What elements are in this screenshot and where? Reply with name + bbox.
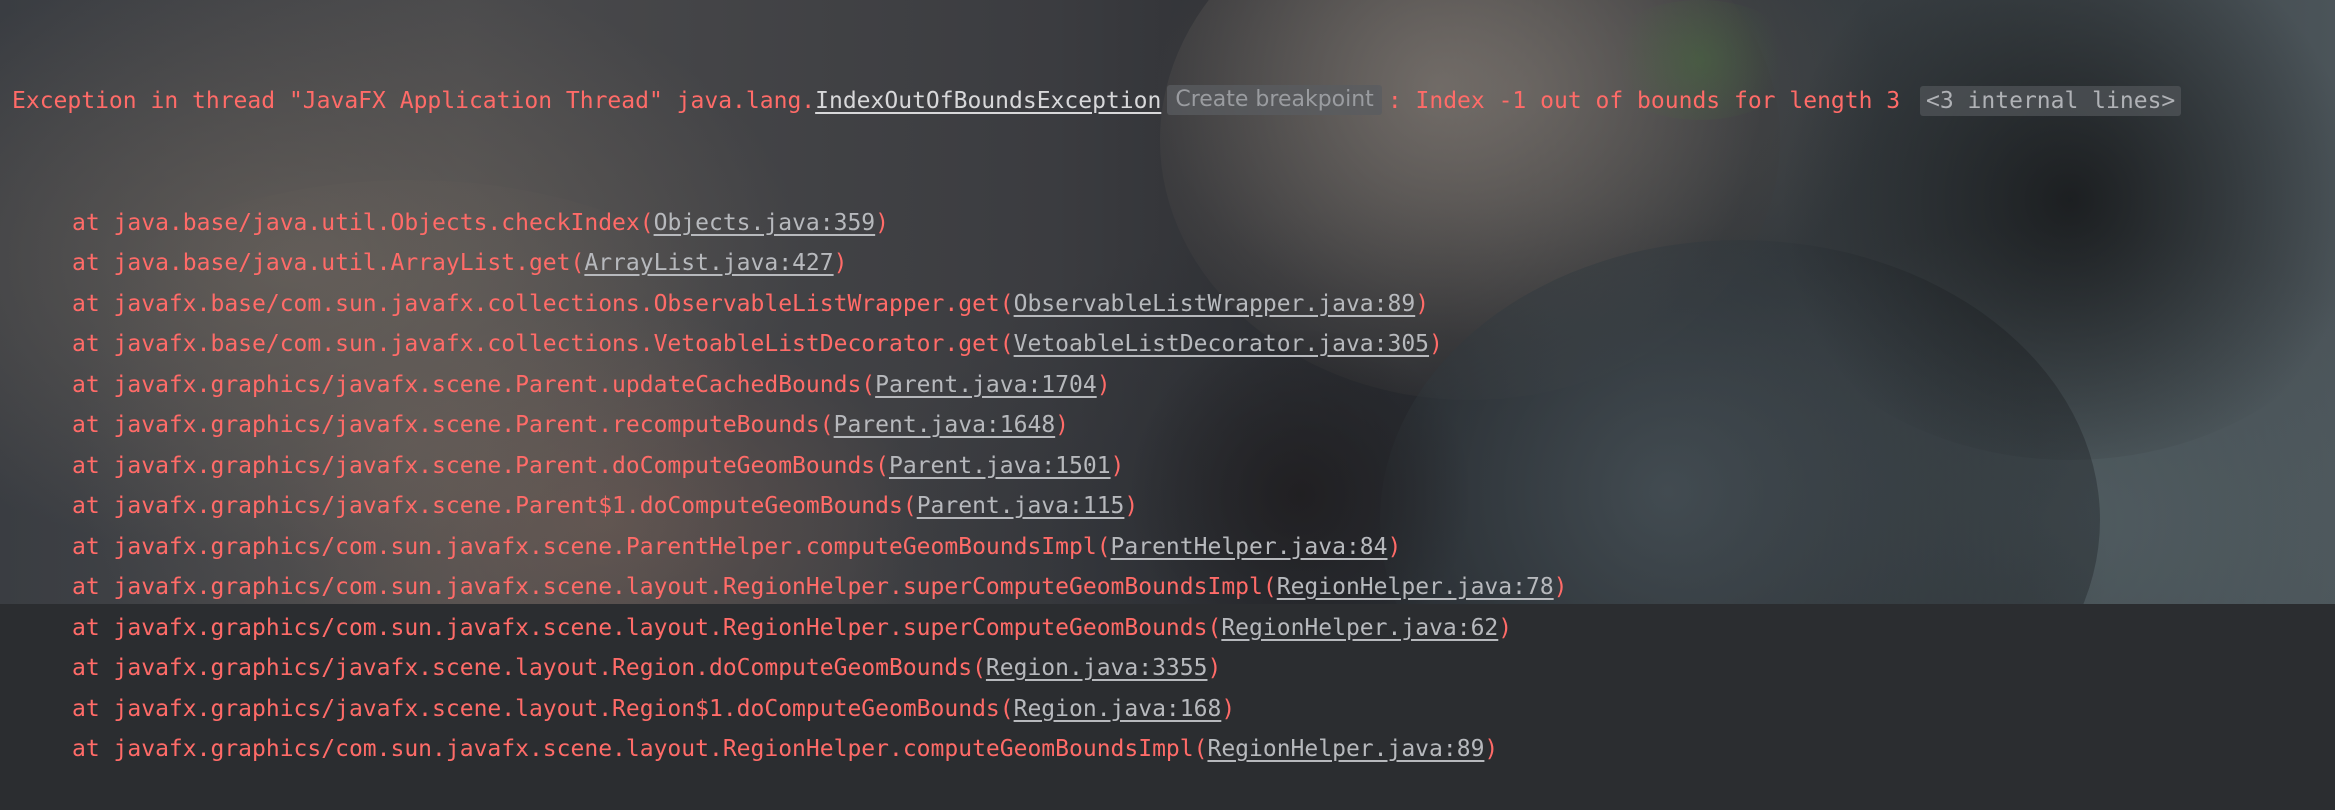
- stack-frame-method: at java.base/java.util.ArrayList.get(: [72, 250, 585, 276]
- exception-header-line: Exception in thread "JavaFX Application …: [0, 81, 2335, 122]
- source-file-link[interactable]: ObservableListWrapper.java:89: [1014, 291, 1416, 317]
- exception-prefix: Exception in thread "JavaFX Application …: [12, 88, 816, 114]
- exception-class-link[interactable]: IndexOutOfBoundsException: [815, 88, 1161, 114]
- closing-paren: ): [1221, 695, 1236, 722]
- stack-frame-line: at javafx.graphics/com.sun.javafx.scene.…: [0, 608, 2335, 649]
- stack-frame-line: at javafx.graphics/com.sun.javafx.scene.…: [0, 567, 2335, 608]
- source-file-link[interactable]: RegionHelper.java:78: [1277, 574, 1554, 600]
- stack-frame-method: at javafx.graphics/javafx.scene.layout.R…: [72, 695, 1014, 722]
- source-file-link[interactable]: ArrayList.java:427: [584, 250, 833, 276]
- closing-paren: ): [1096, 371, 1111, 398]
- stack-frame-method: at javafx.graphics/javafx.scene.Parent.u…: [72, 371, 876, 398]
- stack-frame-method: at javafx.graphics/javafx.scene.Parent.d…: [72, 452, 889, 479]
- run-console-output[interactable]: Exception in thread "JavaFX Application …: [0, 0, 2335, 762]
- source-file-link[interactable]: Parent.java:1501: [889, 453, 1111, 479]
- stack-frame-line: at javafx.graphics/javafx.scene.Parent.u…: [0, 365, 2335, 406]
- closing-paren: ): [1110, 452, 1125, 479]
- stack-frame-method: at javafx.graphics/com.sun.javafx.scene.…: [72, 736, 1208, 762]
- exception-message: : Index -1 out of bounds for length 3: [1387, 88, 1915, 114]
- internal-lines-fold-toggle[interactable]: <3 internal lines>: [1920, 86, 2182, 116]
- closing-paren: ): [1387, 533, 1402, 560]
- stack-frame-line: at javafx.graphics/com.sun.javafx.scene.…: [0, 729, 2335, 770]
- closing-paren: ): [1124, 493, 1139, 519]
- stack-frame-method: at java.base/java.util.Objects.checkInde…: [72, 209, 654, 236]
- stack-frame-line: at javafx.graphics/javafx.scene.layout.R…: [0, 648, 2335, 689]
- source-file-link[interactable]: ParentHelper.java:84: [1111, 534, 1388, 560]
- stack-frame-line: at javafx.graphics/javafx.scene.Parent.d…: [0, 446, 2335, 487]
- stack-frame-method: at javafx.base/com.sun.javafx.collection…: [72, 331, 1014, 357]
- source-file-link[interactable]: Region.java:168: [1014, 696, 1222, 722]
- source-file-link[interactable]: RegionHelper.java:89: [1207, 736, 1484, 762]
- source-file-link[interactable]: Objects.java:359: [654, 210, 876, 236]
- closing-paren: ): [1498, 614, 1513, 641]
- stack-frame-line: at java.base/java.util.ArrayList.get(Arr…: [0, 243, 2335, 284]
- stack-frame-method: at javafx.base/com.sun.javafx.collection…: [72, 290, 1014, 317]
- stack-frame-method: at javafx.graphics/javafx.scene.layout.R…: [72, 655, 986, 681]
- stack-frame-line: at java.base/java.util.Objects.checkInde…: [0, 203, 2335, 244]
- stack-frame-method: at javafx.graphics/com.sun.javafx.scene.…: [72, 614, 1222, 641]
- closing-paren: ): [1484, 736, 1499, 762]
- source-file-link[interactable]: VetoableListDecorator.java:305: [1014, 331, 1429, 357]
- closing-paren: ): [875, 209, 890, 236]
- source-file-link[interactable]: Parent.java:115: [917, 493, 1125, 519]
- source-file-link[interactable]: RegionHelper.java:62: [1221, 615, 1498, 641]
- closing-paren: ): [1055, 412, 1070, 438]
- closing-paren: ): [833, 250, 848, 276]
- stack-frame-line: at javafx.graphics/javafx.scene.Parent$1…: [0, 486, 2335, 527]
- stack-frame-method: at javafx.graphics/javafx.scene.Parent.r…: [72, 412, 834, 438]
- stack-frame-line: at javafx.graphics/javafx.scene.Parent.r…: [0, 405, 2335, 446]
- closing-paren: ): [1553, 574, 1568, 600]
- closing-paren: ): [1207, 655, 1222, 681]
- source-file-link[interactable]: Region.java:3355: [986, 655, 1208, 681]
- source-file-link[interactable]: Parent.java:1648: [834, 412, 1056, 438]
- stack-frame-line: at javafx.graphics/com.sun.javafx.scene.…: [0, 527, 2335, 568]
- stack-frame-method: at javafx.graphics/com.sun.javafx.scene.…: [72, 533, 1111, 560]
- stack-frame-method: at javafx.graphics/com.sun.javafx.scene.…: [72, 574, 1277, 600]
- source-file-link[interactable]: Parent.java:1704: [875, 372, 1097, 398]
- stack-frame-line: at javafx.graphics/javafx.scene.layout.R…: [0, 689, 2335, 730]
- stack-frame-line: at javafx.base/com.sun.javafx.collection…: [0, 284, 2335, 325]
- closing-paren: ): [1429, 331, 1443, 357]
- stack-frame-method: at javafx.graphics/javafx.scene.Parent$1…: [72, 493, 917, 519]
- stack-frame-line: at javafx.base/com.sun.javafx.collection…: [0, 324, 2335, 365]
- stack-trace-list: at java.base/java.util.Objects.checkInde…: [0, 203, 2335, 770]
- create-breakpoint-button[interactable]: Create breakpoint: [1167, 85, 1382, 115]
- closing-paren: ): [1415, 290, 1430, 317]
